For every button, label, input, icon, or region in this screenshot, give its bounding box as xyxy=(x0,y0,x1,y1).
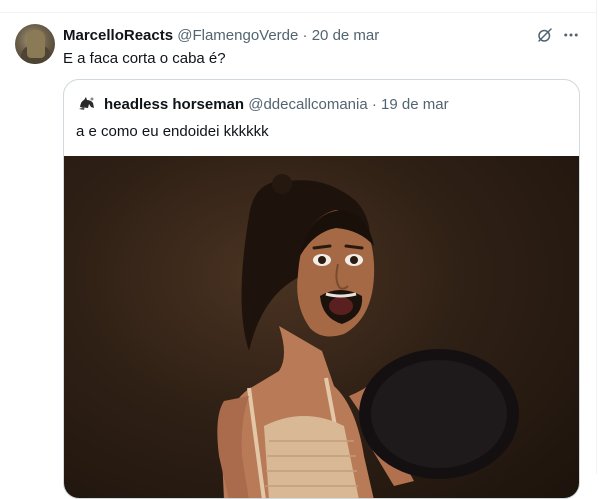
tweet-header: MarcelloReacts @FlamengoVerde · 20 de ma… xyxy=(63,27,379,45)
separator: · xyxy=(302,27,308,44)
author-handle[interactable]: @FlamengoVerde xyxy=(177,27,298,44)
avatar[interactable] xyxy=(15,24,55,64)
grok-icon[interactable] xyxy=(536,26,554,44)
quoted-tweet[interactable]: headless horseman @ddecallcomania · 19 d… xyxy=(63,79,580,499)
quoted-header: headless horseman @ddecallcomania · 19 d… xyxy=(104,96,449,114)
quoted-media-image[interactable] xyxy=(64,156,579,498)
horse-logo-icon xyxy=(79,97,94,110)
tweet-text: E a faca corta o caba é? xyxy=(63,50,226,67)
top-divider xyxy=(0,12,596,13)
quoted-text: a e como eu endoidei kkkkkk xyxy=(76,123,269,140)
column-border xyxy=(596,0,597,474)
quoted-separator: · xyxy=(371,96,377,113)
quoted-avatar[interactable] xyxy=(76,92,98,114)
more-icon[interactable] xyxy=(562,26,580,44)
tweet-date[interactable]: 20 de mar xyxy=(312,27,380,44)
author-name[interactable]: MarcelloReacts xyxy=(63,27,173,44)
quoted-date[interactable]: 19 de mar xyxy=(381,96,449,113)
quoted-handle[interactable]: @ddecallcomania xyxy=(248,96,367,113)
quoted-author-name[interactable]: headless horseman xyxy=(104,96,244,113)
meme-photo xyxy=(217,174,519,498)
